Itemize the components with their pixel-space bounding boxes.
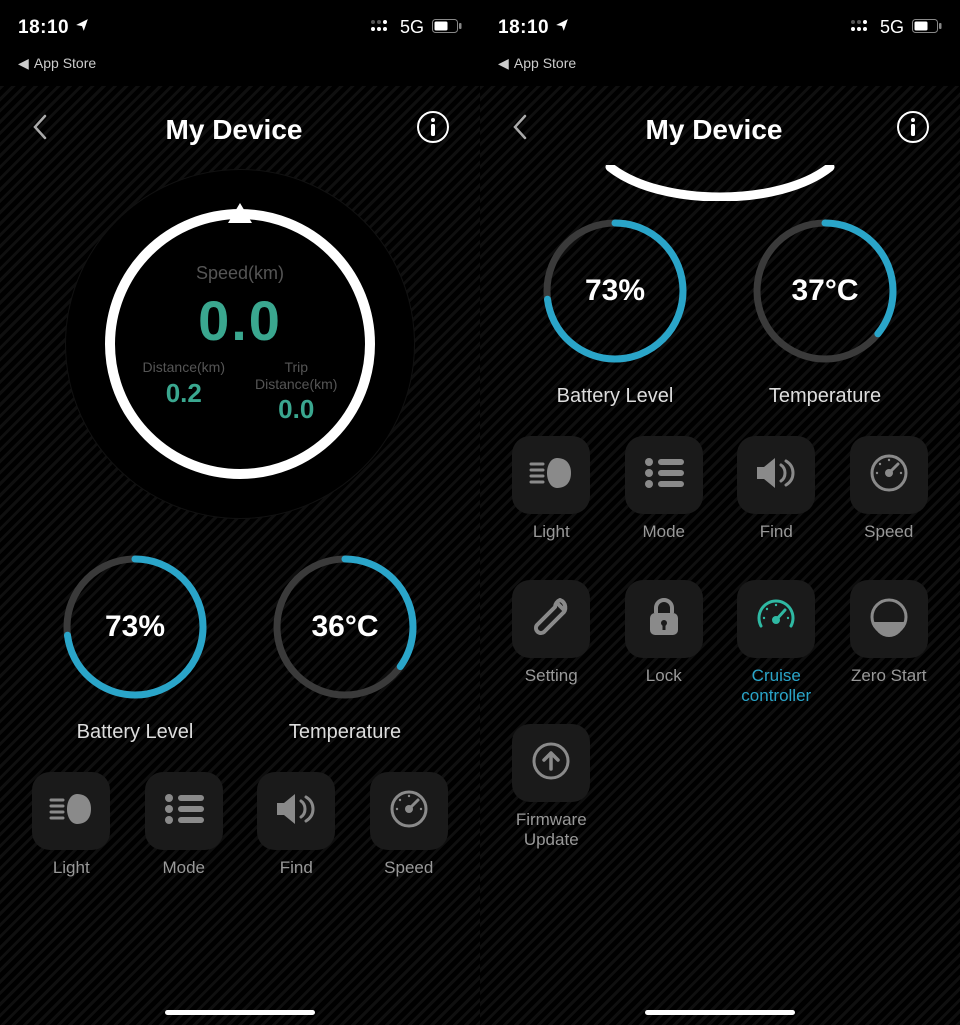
signal-icon (850, 17, 872, 38)
list-icon (644, 457, 684, 494)
speed-button[interactable]: Speed (364, 772, 455, 898)
lock-button[interactable]: Lock (619, 580, 710, 706)
back-caret-icon: ◀ (18, 55, 29, 71)
back-app-label: App Store (514, 55, 576, 71)
mode-label: Mode (162, 858, 205, 898)
trip-value: 0.0 (255, 394, 337, 425)
lock-label: Lock (646, 666, 682, 706)
trip-label: Trip Distance(km) (255, 359, 337, 391)
find-button[interactable]: Find (731, 436, 822, 562)
cruise-label: Cruisecontroller (741, 666, 811, 706)
mode-button[interactable]: Mode (139, 772, 230, 898)
back-app-label: App Store (34, 55, 96, 71)
light-label: Light (533, 522, 570, 562)
battery-label: Battery Level (77, 721, 194, 744)
speedometer: Speed(km) 0.0 Distance(km) 0.2 Trip Dist… (0, 169, 480, 519)
speed-label: Speed (864, 522, 913, 562)
mode-label: Mode (642, 522, 685, 562)
phone-screen-left: 18:10 5G ◀ App Store (0, 0, 480, 1025)
distance-label: Distance(km) (143, 359, 225, 375)
battery-icon (912, 17, 942, 38)
temperature-gauge[interactable]: 36°C Temperature (265, 547, 425, 744)
temperature-value: 37°C (791, 274, 858, 308)
firmware-label: FirmwareUpdate (516, 810, 587, 850)
network-label: 5G (400, 17, 424, 38)
light-label: Light (53, 858, 90, 898)
wrench-icon (530, 596, 572, 643)
location-arrow-icon (555, 18, 569, 37)
status-time: 18:10 (18, 17, 69, 39)
battery-label: Battery Level (557, 385, 674, 408)
speed-label: Speed (384, 858, 433, 898)
speed-value: 0.0 (143, 288, 338, 353)
speed-button[interactable]: Speed (844, 436, 935, 562)
light-button[interactable]: Light (506, 436, 597, 562)
gauge-icon (389, 789, 429, 834)
battery-value: 73% (585, 274, 645, 308)
location-arrow-icon (75, 18, 89, 37)
speedometer-arc-peek[interactable] (480, 165, 960, 201)
cruise-controller-button[interactable]: Cruisecontroller (731, 580, 822, 706)
nav-back-button[interactable] (510, 112, 532, 147)
zero-start-icon (869, 597, 909, 642)
network-label: 5G (880, 17, 904, 38)
list-icon (164, 793, 204, 830)
find-label: Find (280, 858, 313, 898)
find-label: Find (760, 522, 793, 562)
back-to-app-store[interactable]: ◀ App Store (0, 55, 480, 78)
page-title: My Device (532, 114, 896, 146)
headlight-icon (49, 792, 93, 831)
firmware-update-button[interactable]: FirmwareUpdate (506, 724, 597, 850)
back-caret-icon: ◀ (498, 55, 509, 71)
home-indicator[interactable] (645, 1010, 795, 1015)
mode-button[interactable]: Mode (619, 436, 710, 562)
light-button[interactable]: Light (26, 772, 117, 898)
status-time: 18:10 (498, 17, 549, 39)
home-indicator[interactable] (165, 1010, 315, 1015)
temperature-gauge[interactable]: 37°C Temperature (745, 211, 905, 408)
headlight-icon (529, 456, 573, 495)
temperature-value: 36°C (311, 610, 378, 644)
page-title: My Device (52, 114, 416, 146)
info-button[interactable] (896, 110, 930, 149)
lock-icon (646, 597, 682, 642)
speed-label: Speed(km) (143, 263, 338, 284)
temperature-label: Temperature (289, 721, 401, 744)
find-button[interactable]: Find (251, 772, 342, 898)
status-bar: 18:10 5G (0, 0, 480, 55)
cruise-gauge-icon (755, 596, 797, 643)
setting-label: Setting (525, 666, 578, 706)
speed-needle-icon (228, 203, 252, 223)
nav-bar: My Device (0, 78, 480, 159)
upload-icon (531, 741, 571, 786)
zero-label: Zero Start (851, 666, 927, 706)
speaker-icon (755, 456, 797, 495)
info-button[interactable] (416, 110, 450, 149)
status-bar: 18:10 5G (480, 0, 960, 55)
back-to-app-store[interactable]: ◀ App Store (480, 55, 960, 78)
gauge-icon (869, 453, 909, 498)
phone-screen-right: 18:10 5G ◀ App Store (480, 0, 960, 1025)
nav-back-button[interactable] (30, 112, 52, 147)
battery-value: 73% (105, 610, 165, 644)
battery-gauge[interactable]: 73% Battery Level (55, 547, 215, 744)
distance-value: 0.2 (143, 378, 225, 409)
signal-icon (370, 17, 392, 38)
temperature-label: Temperature (769, 385, 881, 408)
battery-gauge[interactable]: 73% Battery Level (535, 211, 695, 408)
setting-button[interactable]: Setting (506, 580, 597, 706)
zero-start-button[interactable]: Zero Start (844, 580, 935, 706)
nav-bar: My Device (480, 78, 960, 159)
battery-icon (432, 17, 462, 38)
speaker-icon (275, 792, 317, 831)
